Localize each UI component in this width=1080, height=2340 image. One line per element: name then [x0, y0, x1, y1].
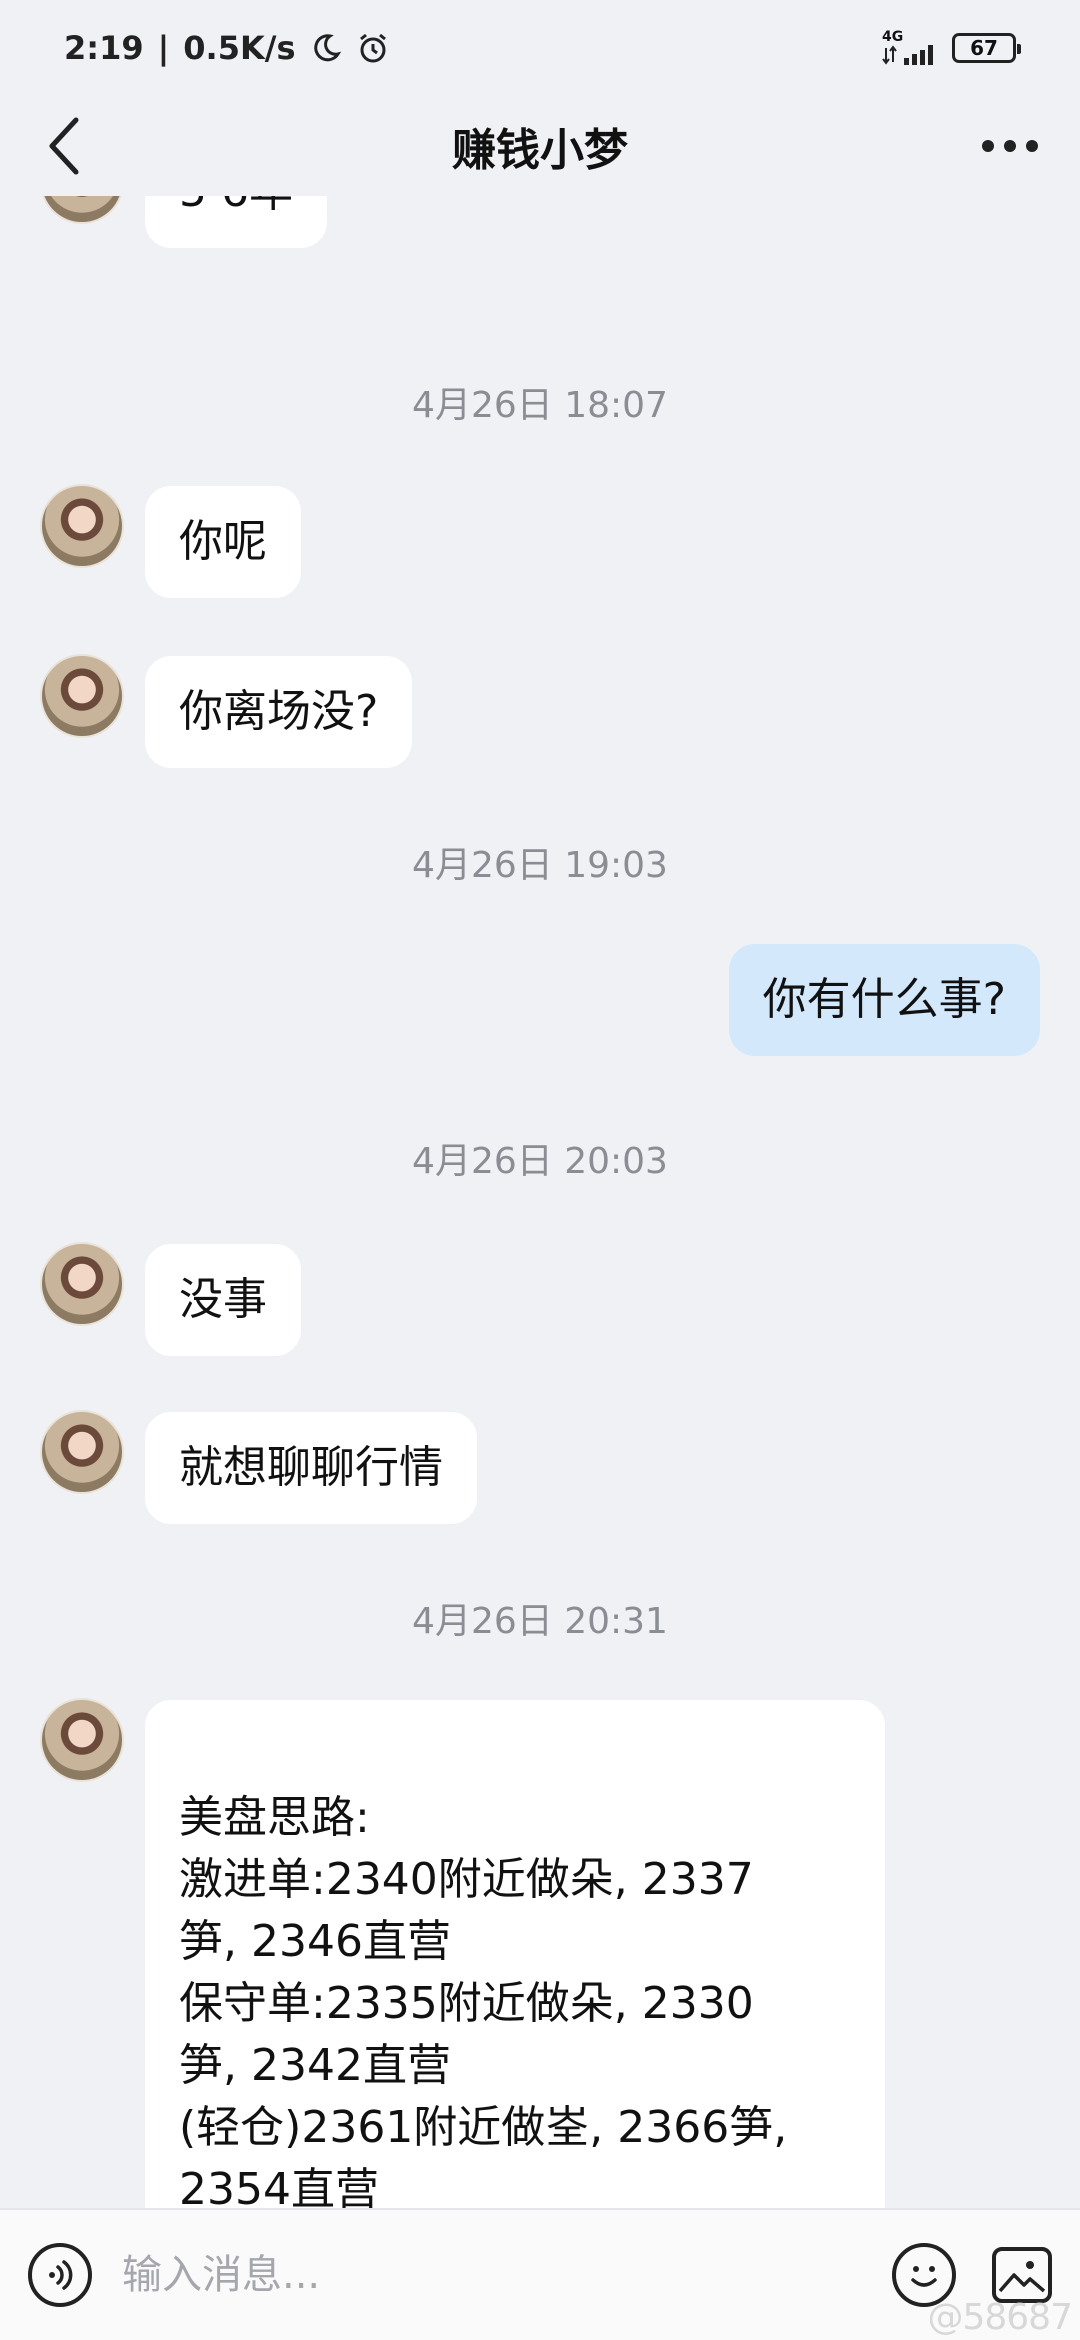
chat-header: 赚钱小梦	[0, 96, 1080, 196]
message-bubble-incoming[interactable]: 你离场没?	[145, 656, 413, 768]
message-timestamp: 4月26日 19:03	[412, 845, 668, 886]
status-bar: 2:19 | 0.5K/s 4G 67	[0, 0, 1080, 96]
more-dot-icon	[1026, 140, 1038, 152]
message-bubble-incoming[interactable]: 就想聊聊行情	[145, 1412, 477, 1524]
message-bubble-incoming[interactable]: 5 6年	[145, 196, 327, 248]
chevron-left-icon	[49, 117, 79, 175]
contact-avatar[interactable]	[40, 1242, 124, 1326]
net-speed: 0.5K/s	[183, 29, 296, 67]
input-bar: @58687	[0, 2208, 1080, 2340]
more-button[interactable]	[970, 114, 1050, 178]
battery-level: 67	[970, 36, 998, 60]
image-icon	[998, 2261, 1046, 2293]
contact-avatar[interactable]	[40, 654, 124, 738]
contact-name: 赚钱小梦	[452, 125, 628, 176]
message-input[interactable]	[122, 2230, 872, 2320]
network-type: 4G	[882, 29, 904, 45]
more-dot-icon	[982, 140, 994, 152]
contact-avatar[interactable]	[40, 484, 124, 568]
signal-group: 4G	[882, 30, 938, 66]
voice-button[interactable]	[28, 2243, 92, 2307]
moon-icon	[313, 34, 341, 62]
watermark: @58687	[927, 2297, 1073, 2338]
status-right: 4G 67	[882, 30, 1021, 66]
battery-icon: 67	[952, 33, 1021, 63]
voice-icon	[49, 2260, 73, 2290]
message-timestamp: 4月26日 20:31	[412, 1601, 668, 1642]
message-timestamp: 4月26日 18:07	[412, 385, 668, 426]
signal-icon	[882, 45, 933, 65]
chat-area[interactable]: 5 6年 4月26日 18:07 你呢 你离场没? 4月26日 19:03 你有…	[0, 196, 1080, 2208]
back-button[interactable]	[32, 114, 96, 178]
contact-avatar[interactable]	[40, 1410, 124, 1494]
status-time: 2:19	[64, 29, 144, 67]
message-timestamp: 4月26日 20:03	[412, 1141, 668, 1182]
alarm-icon	[359, 33, 386, 63]
message-bubble-incoming[interactable]: 你呢	[145, 486, 301, 598]
contact-avatar[interactable]	[40, 1698, 124, 1782]
image-button[interactable]	[992, 2247, 1052, 2303]
status-separator: |	[157, 29, 170, 67]
message-bubble-incoming[interactable]: 美盘思路: 激进单:2340附近做朵, 2337 笋, 2346直营 保守单:2…	[145, 1700, 885, 2208]
contact-avatar[interactable]	[40, 196, 124, 224]
message-bubble-outgoing[interactable]: 你有什么事?	[728, 944, 1040, 1056]
emoji-icon	[911, 2266, 937, 2287]
status-left: 2:19 | 0.5K/s	[64, 29, 390, 67]
message-bubble-incoming[interactable]: 没事	[145, 1244, 301, 1356]
more-dot-icon	[1004, 140, 1016, 152]
